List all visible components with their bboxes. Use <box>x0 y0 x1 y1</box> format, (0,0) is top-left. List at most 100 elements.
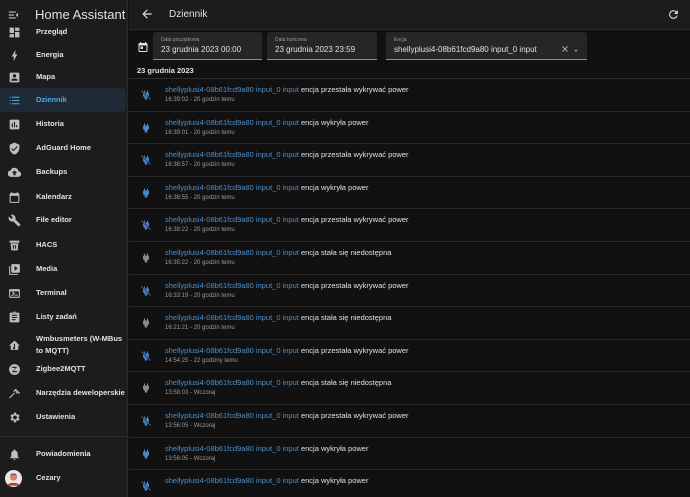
entity-link[interactable]: shellyplusi4-08b61fcd9a80 input_0 input <box>165 411 299 420</box>
power-plug-icon <box>140 447 152 459</box>
entity-link[interactable]: shellyplusi4-08b61fcd9a80 input_0 input <box>165 281 299 290</box>
end-date-value: 23 grudnia 2023 23:59 <box>275 45 356 54</box>
sidebar-item-terminal[interactable]: Terminal <box>0 281 127 305</box>
sidebar-item-listy-zadań[interactable]: Listy zadań <box>0 305 127 329</box>
sidebar-item-przegląd[interactable]: Przegląd <box>0 20 127 44</box>
entry-time: 16:33:19 - 20 godzin temu <box>165 292 235 299</box>
sidebar-item-file-editor[interactable]: File editor <box>0 208 127 232</box>
entry-time: 13:58:03 - Wczoraj <box>165 390 216 397</box>
sidebar-item-wmbusmeters-w-mbus-to-mqtt[interactable]: Wmbusmeters (W-MBus to MQTT) <box>0 330 127 360</box>
wrench-icon <box>8 214 21 227</box>
list-item: shellyplusi4-08b61fcd9a80 input_0 input … <box>129 438 690 471</box>
power-plug-off-icon <box>140 218 152 231</box>
entity-link[interactable]: shellyplusi4-08b61fcd9a80 input_0 input <box>165 346 299 355</box>
power-plug-gray-icon <box>140 316 152 328</box>
entry-message: encja stała się niedostępna <box>300 313 392 323</box>
entry-message: encja stała się niedostępna <box>300 378 392 388</box>
cog-icon <box>8 411 21 424</box>
refresh-icon[interactable] <box>667 8 680 21</box>
home-thermometer-icon <box>8 339 21 352</box>
sidebar-item-label: Ustawienia <box>36 412 76 421</box>
sidebar-item-kalendarz[interactable]: Kalendarz <box>0 185 127 209</box>
power-plug-off-icon <box>140 349 152 361</box>
entity-link[interactable]: shellyplusi4-08b61fcd9a80 input_0 input <box>165 118 299 127</box>
entry-line: shellyplusi4-08b61fcd9a80 input_0 input … <box>165 85 409 94</box>
entry-line: shellyplusi4-08b61fcd9a80 input_0 input … <box>165 476 368 485</box>
power-plug-off-icon <box>140 479 152 492</box>
entry-line: shellyplusi4-08b61fcd9a80 input_0 input … <box>165 313 391 322</box>
sidebar-item-media[interactable]: Media <box>0 257 127 281</box>
date-header: 23 grudnia 2023 <box>137 66 194 75</box>
power-plug-icon <box>140 121 152 133</box>
entry-line: shellyplusi4-08b61fcd9a80 input_0 input … <box>165 346 409 355</box>
sidebar-item-label: Historia <box>36 119 64 128</box>
list-item: shellyplusi4-08b61fcd9a80 input_0 input … <box>129 340 690 373</box>
arrow-left-icon[interactable] <box>140 7 154 21</box>
sidebar-item-user[interactable]: Cezary <box>0 466 127 490</box>
entity-link[interactable]: shellyplusi4-08b61fcd9a80 input_0 input <box>165 476 299 485</box>
start-date-value: 23 grudnia 2023 00:00 <box>161 45 242 54</box>
entry-message: encja wykryła power <box>300 476 369 486</box>
sidebar-item-mapa[interactable]: Mapa <box>0 65 127 89</box>
zigbee-icon <box>8 363 21 376</box>
sidebar-item-energia[interactable]: Energia <box>0 43 127 67</box>
power-plug-gray-icon <box>140 251 152 263</box>
list-item: shellyplusi4-08b61fcd9a80 input_0 input … <box>129 470 690 497</box>
sidebar-item-narzędzia-deweloperskie[interactable]: Narzędzia deweloperskie <box>0 381 127 405</box>
sidebar-item-adguard-home[interactable]: AdGuard Home <box>0 136 127 160</box>
sidebar-item-label: Powiadomienia <box>36 449 91 458</box>
entity-label: Encja <box>394 37 407 43</box>
calendar-icon[interactable] <box>137 40 149 52</box>
sidebar-item-notifications[interactable]: Powiadomienia <box>0 442 127 466</box>
sidebar-item-backups[interactable]: Backups <box>0 160 127 184</box>
entry-line: shellyplusi4-08b61fcd9a80 input_0 input … <box>165 118 368 127</box>
entry-message: encja wykryła power <box>300 443 369 453</box>
entry-time: 16:21:21 - 20 godzin temu <box>165 325 235 332</box>
entity-link[interactable]: shellyplusi4-08b61fcd9a80 input_0 input <box>165 215 299 224</box>
list-item: shellyplusi4-08b61fcd9a80 input_0 input … <box>129 242 690 275</box>
console-icon <box>8 287 21 300</box>
entry-message: encja wykryła power <box>300 117 369 127</box>
sidebar-item-label: Zigbee2MQTT <box>36 364 86 373</box>
list-item: shellyplusi4-08b61fcd9a80 input_0 input … <box>129 209 690 242</box>
sidebar-item-label: Cezary <box>36 473 61 482</box>
sidebar-item-label: File editor <box>36 215 72 224</box>
entity-link[interactable]: shellyplusi4-08b61fcd9a80 input_0 input <box>165 183 299 192</box>
entity-picker[interactable]: Encja shellyplusi4-08b61fcd9a80 input_0 … <box>386 32 587 60</box>
sidebar-item-label: Energia <box>36 50 64 59</box>
sidebar-item-dziennik[interactable]: Dziennik <box>0 88 126 112</box>
end-date-field[interactable]: Data końcowa 23 grudnia 2023 23:59 <box>267 32 377 60</box>
entity-link[interactable]: shellyplusi4-08b61fcd9a80 input_0 input <box>165 313 299 322</box>
entry-time: 14:54:25 - 22 godziny temu <box>165 357 238 364</box>
entity-link[interactable]: shellyplusi4-08b61fcd9a80 input_0 input <box>165 85 299 94</box>
close-icon[interactable] <box>560 41 570 52</box>
chevron-down-icon[interactable] <box>572 42 580 52</box>
sidebar-item-historia[interactable]: Historia <box>0 112 127 136</box>
sidebar-item-label: Listy zadań <box>36 312 77 321</box>
entry-time: 16:38:22 - 20 godzin temu <box>165 227 235 234</box>
start-date-field[interactable]: Data początkowa 23 grudnia 2023 00:00 <box>153 32 262 60</box>
entity-value: shellyplusi4-08b61fcd9a80 input_0 input <box>394 45 537 54</box>
sidebar-item-label: Kalendarz <box>36 192 72 201</box>
entity-link[interactable]: shellyplusi4-08b61fcd9a80 input_0 input <box>165 378 299 387</box>
power-plug-off-icon <box>140 284 152 296</box>
chart-box-icon <box>8 118 21 131</box>
sidebar-item-hacs[interactable]: HACS <box>0 233 127 257</box>
list-item: shellyplusi4-08b61fcd9a80 input_0 input … <box>129 144 690 177</box>
end-date-label: Data końcowa <box>275 37 307 43</box>
entity-link[interactable]: shellyplusi4-08b61fcd9a80 input_0 input <box>165 248 299 257</box>
lightning-bolt-icon <box>8 49 21 62</box>
sidebar-item-ustawienia[interactable]: Ustawienia <box>0 405 127 429</box>
hammer-icon <box>8 387 21 400</box>
entry-message: encja stała się niedostępna <box>300 248 392 257</box>
top-app-bar: Dziennik <box>129 0 690 30</box>
sidebar-item-zigbee2mqtt[interactable]: Zigbee2MQTT <box>0 357 127 381</box>
entry-time: 13:56:05 - Wczoraj <box>165 423 216 429</box>
entry-line: shellyplusi4-08b61fcd9a80 input_0 input … <box>165 411 409 420</box>
sidebar-item-label: Backups <box>36 167 68 176</box>
list-item: shellyplusi4-08b61fcd9a80 input_0 input … <box>129 79 690 112</box>
list-item: shellyplusi4-08b61fcd9a80 input_0 input … <box>129 372 690 405</box>
power-plug-off-icon <box>140 88 152 101</box>
entity-link[interactable]: shellyplusi4-08b61fcd9a80 input_0 input <box>165 444 299 453</box>
entity-link[interactable]: shellyplusi4-08b61fcd9a80 input_0 input <box>165 150 299 159</box>
